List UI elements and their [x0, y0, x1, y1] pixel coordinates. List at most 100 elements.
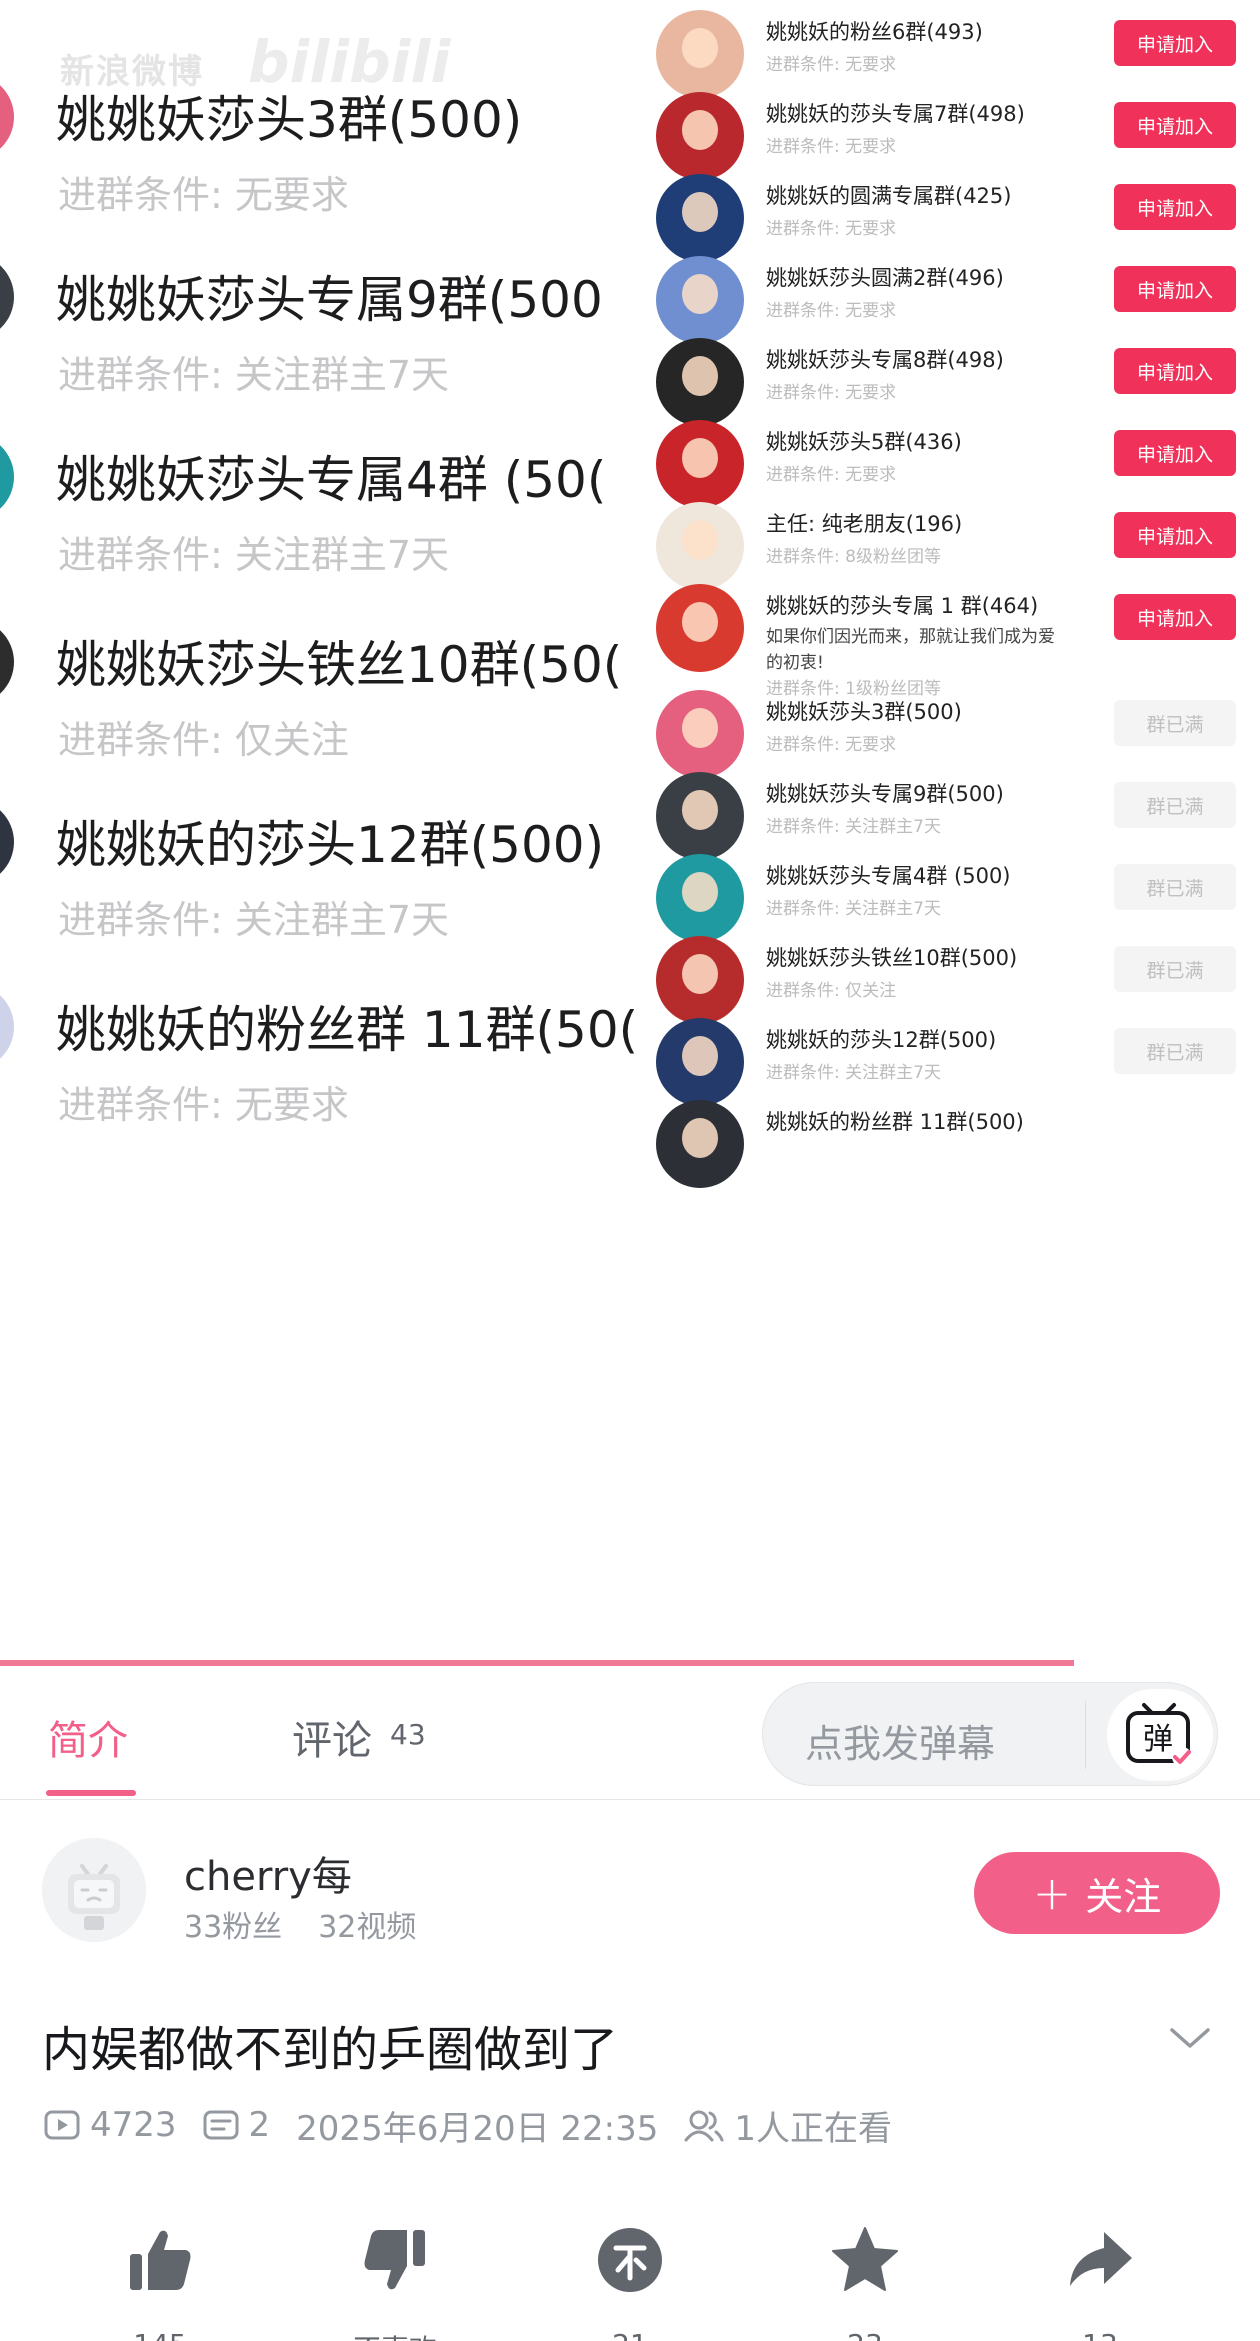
coin-count: 21	[560, 2328, 700, 2341]
join-group-button[interactable]: 申请加入	[1114, 430, 1236, 476]
group-name: 姚姚妖的莎头专属 1 群(464)	[766, 594, 1039, 618]
group-avatar	[0, 434, 14, 520]
group-condition: 进群条件: 无要求	[766, 137, 897, 157]
group-avatar	[656, 338, 744, 426]
group-name: 姚姚妖的莎头12群(500)	[56, 816, 605, 874]
join-group-button[interactable]: 申请加入	[1114, 266, 1236, 312]
default-avatar-icon	[42, 1838, 146, 1942]
group-condition: 进群条件: 8级粉丝团等	[766, 547, 941, 567]
join-group-button[interactable]: 申请加入	[1114, 594, 1236, 640]
group-condition: 进群条件: 关注群主7天	[58, 898, 450, 942]
group-avatar	[0, 254, 14, 340]
thumbs-up-icon	[130, 2230, 191, 2290]
group-condition: 进群条件: 无要求	[766, 55, 897, 75]
group-condition: 进群条件: 无要求	[766, 735, 897, 755]
group-condition: 进群条件: 关注群主7天	[766, 1063, 941, 1083]
group-avatar	[656, 854, 744, 942]
favorite-button[interactable]: 23	[795, 2220, 935, 2341]
follow-label: 关注	[1085, 1874, 1162, 1919]
group-full-button[interactable]: 群已满	[1114, 1028, 1236, 1074]
group-condition: 进群条件: 无要求	[58, 1083, 349, 1127]
join-group-button[interactable]: 申请加入	[1114, 348, 1236, 394]
danmaku-placeholder: 点我发弹幕	[805, 1722, 996, 1766]
join-group-button[interactable]: 申请加入	[1114, 184, 1236, 230]
join-group-button[interactable]: 申请加入	[1114, 20, 1236, 66]
group-full-button[interactable]: 群已满	[1114, 700, 1236, 746]
group-avatar	[656, 502, 744, 590]
group-avatar	[656, 1100, 744, 1188]
coin-icon	[598, 2228, 662, 2292]
group-name: 姚姚妖莎头专属4群 (500)	[766, 864, 1011, 888]
video-player[interactable]: 新浪微博 bilibili 姚姚妖莎头3群(500) 进群条件: 无要求 姚姚妖莎头…	[0, 0, 1260, 1668]
dislike-button[interactable]: 不喜欢	[325, 2220, 465, 2341]
group-avatar	[656, 92, 744, 180]
group-condition: 进群条件: 关注群主7天	[58, 533, 450, 577]
uploader-stats: 33粉丝 32视频	[184, 1902, 452, 1946]
follow-button[interactable]: + 关注	[974, 1852, 1220, 1934]
uploader-fans: 33粉丝	[184, 1910, 283, 1945]
group-avatar	[0, 619, 14, 705]
video-meta: 4723 2 2025年6月20日 22:35 1人正在看	[44, 2100, 892, 2150]
group-avatar	[656, 256, 744, 344]
group-avatar	[656, 772, 744, 860]
danmaku-input[interactable]: 点我发弹幕 弹	[762, 1682, 1218, 1786]
publish-date: 2025年6月20日 22:35	[296, 2108, 659, 2149]
group-name: 姚姚妖莎头5群(436)	[766, 430, 962, 454]
small-group-row: 姚姚妖的粉丝群 11群(500)	[650, 1094, 1260, 1204]
group-avatar	[656, 420, 744, 508]
group-name: 姚姚妖的粉丝群 11群(50(	[56, 1001, 639, 1059]
group-name: 姚姚妖莎头3群(500)	[766, 700, 962, 724]
group-avatar	[0, 799, 14, 885]
group-avatar	[656, 174, 744, 262]
group-condition: 进群条件: 无要求	[766, 383, 897, 403]
large-group-row: 姚姚妖的粉丝群 11群(50( 进群条件: 无要求	[0, 950, 640, 1170]
group-full-button[interactable]: 群已满	[1114, 946, 1236, 992]
group-condition: 进群条件: 无要求	[58, 173, 349, 217]
tab-comments[interactable]: 评论	[292, 1708, 372, 1766]
group-name: 姚姚妖莎头专属4群 (50(	[56, 451, 607, 509]
tab-intro[interactable]: 简介	[48, 1708, 128, 1766]
favorite-count: 23	[795, 2328, 935, 2341]
thumbs-down-icon	[364, 2230, 425, 2290]
share-button[interactable]: 13	[1030, 2220, 1170, 2341]
uploader-avatar[interactable]	[42, 1838, 146, 1942]
group-name: 姚姚妖莎头专属9群(500)	[766, 782, 1004, 806]
group-name: 姚姚妖莎头专属8群(498)	[766, 348, 1004, 372]
chevron-down-icon[interactable]	[1168, 2024, 1212, 2056]
group-full-button[interactable]: 群已满	[1114, 782, 1236, 828]
plus-icon: +	[1032, 1866, 1072, 1920]
coin-button[interactable]: 21	[560, 2220, 700, 2341]
small-group-row: 姚姚妖的莎头专属 1 群(464) 如果你们因光而来，那就让我们成为爱的初衷! 进群…	[650, 578, 1260, 699]
group-full-button[interactable]: 群已满	[1114, 864, 1236, 910]
group-name: 姚姚妖的莎头12群(500)	[766, 1028, 997, 1052]
group-condition: 进群条件: 仅关注	[58, 718, 349, 762]
group-condition: 进群条件: 仅关注	[766, 981, 897, 1001]
danmaku-toggle-button[interactable]: 弹	[1107, 1689, 1213, 1781]
group-condition: 进群条件: 关注群主7天	[58, 353, 450, 397]
danmaku-count: 2	[248, 2105, 271, 2145]
group-condition: 进群条件: 无要求	[766, 465, 897, 485]
uploader-videos: 32视频	[318, 1910, 417, 1945]
video-progress-bar[interactable]	[0, 1660, 1074, 1666]
like-button[interactable]: 145	[90, 2220, 230, 2341]
join-group-button[interactable]: 申请加入	[1114, 512, 1236, 558]
play-count: 4723	[90, 2105, 177, 2145]
danmaku-count-icon	[203, 2109, 239, 2141]
viewers-icon	[684, 2108, 724, 2142]
group-name: 姚姚妖的圆满专属群(425)	[766, 184, 1012, 208]
tab-active-indicator	[46, 1790, 136, 1796]
comments-count: 43	[390, 1718, 426, 1751]
group-condition: 进群条件: 关注群主7天	[766, 817, 941, 837]
uploader-name[interactable]: cherry每	[184, 1844, 352, 1902]
group-condition: 进群条件: 关注群主7天	[766, 899, 941, 919]
join-group-button[interactable]: 申请加入	[1114, 102, 1236, 148]
group-name: 姚姚妖莎头铁丝10群(500)	[766, 946, 1018, 970]
group-name: 姚姚妖的粉丝6群(493)	[766, 20, 983, 44]
group-name: 姚姚妖莎头3群(500)	[56, 91, 523, 149]
danmaku-divider	[1085, 1701, 1086, 1769]
group-avatar	[656, 690, 744, 778]
group-name: 主任: 纯老朋友(196)	[766, 512, 963, 536]
group-description: 如果你们因光而来，那就让我们成为爱的初衷!	[766, 627, 1055, 673]
star-icon	[832, 2227, 898, 2291]
group-name: 姚姚妖的粉丝群 11群(500)	[766, 1110, 1024, 1134]
